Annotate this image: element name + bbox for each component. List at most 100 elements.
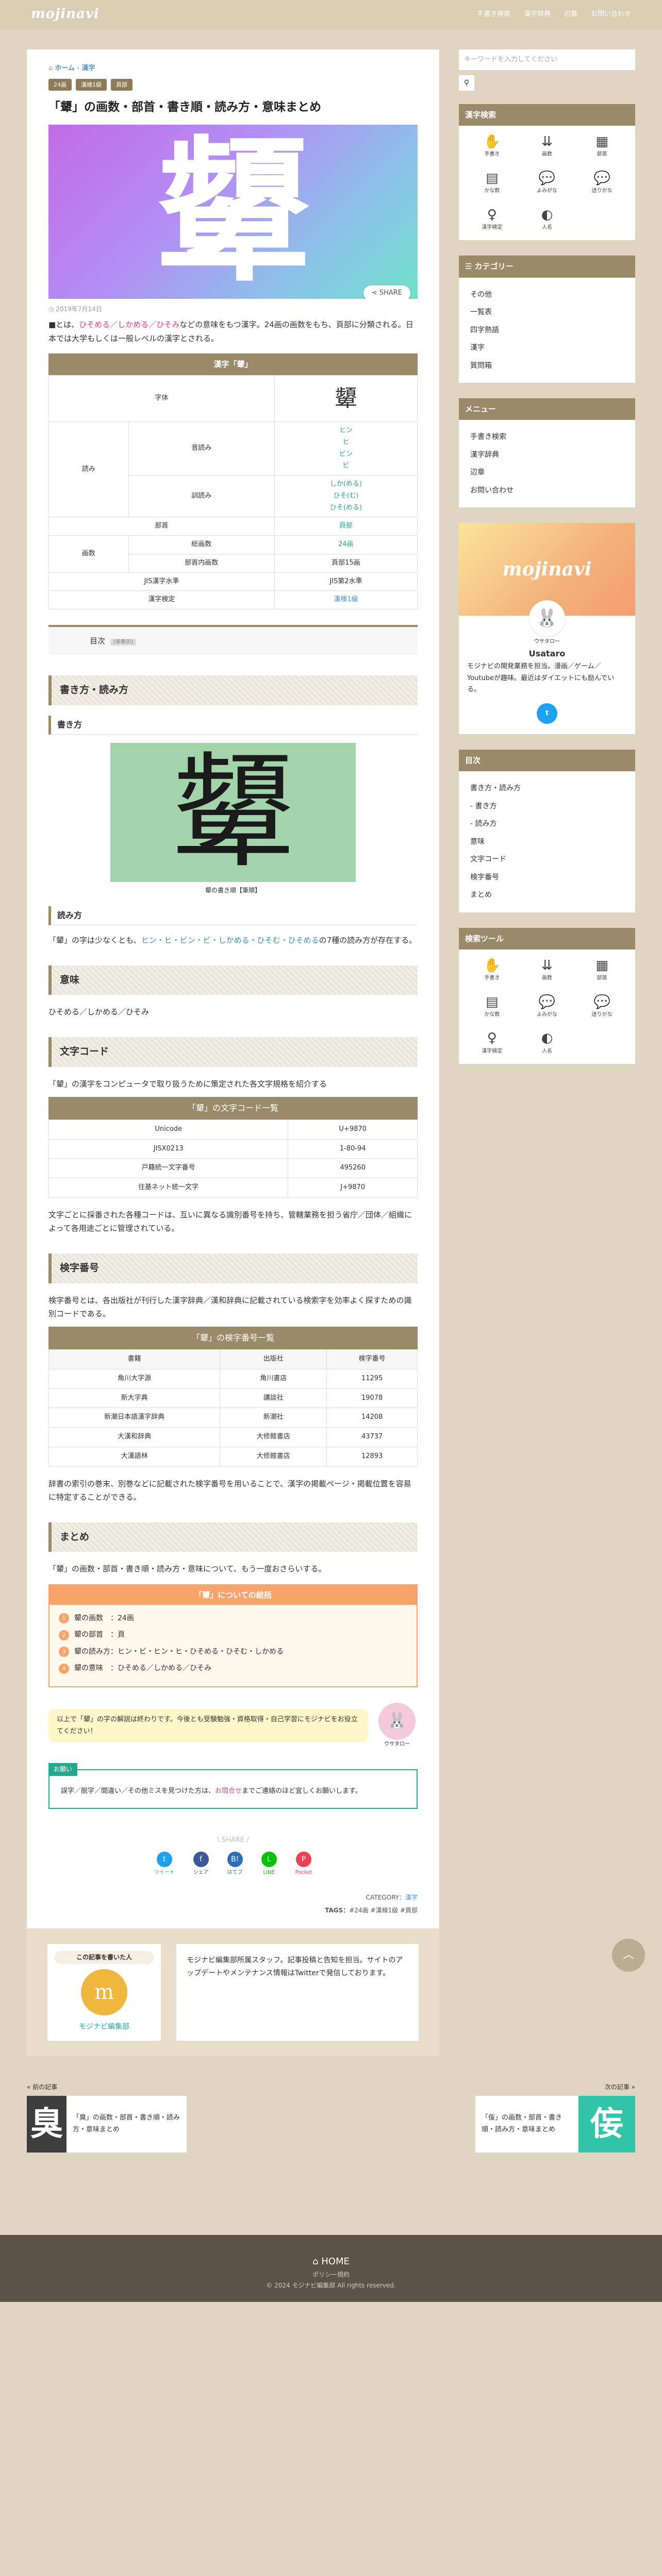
name-tool[interactable]: ◐ 人名 xyxy=(522,207,572,232)
kentei-tool[interactable]: ♀ 漢字検定 xyxy=(467,1030,517,1056)
category-item[interactable]: 質問箱 xyxy=(467,357,627,375)
line-share-button[interactable]: L LINE xyxy=(261,1851,277,1877)
share-button[interactable]: ⋖ SHARE xyxy=(363,285,410,299)
toc-item[interactable]: 書き方・読み方 xyxy=(467,779,627,798)
section-heading: まとめ xyxy=(48,1522,418,1552)
breadcrumb-category[interactable]: 漢字 xyxy=(82,64,95,72)
strokes-tool[interactable]: ⇊ 画数 xyxy=(522,958,572,983)
yomigana-tool[interactable]: 💬 よみがな xyxy=(522,171,572,196)
toc-item[interactable]: 検字番号 xyxy=(467,869,627,887)
menu-item[interactable]: 手書き検索 xyxy=(467,428,627,446)
category-item[interactable]: 一覧表 xyxy=(467,303,627,321)
subsection-heading: 書き方 xyxy=(48,715,418,735)
table-row: 大漢語林 大修館書店 12893 xyxy=(48,1446,418,1467)
toc-item[interactable]: - 書き方 xyxy=(467,798,627,816)
toc-item[interactable]: まとめ xyxy=(467,886,627,904)
search-tools-widget: ✋ 手書き ⇊ 画数 ▦ 部首 ▤ かな数 💬 よみがな 💬 送りがな ♀ 漢字検定 ◐ 人名 xyxy=(459,950,635,1064)
toc-widget: 書き方・読み方 - 書き方 - 読み方 意味 文字コード 検字番号 まとめ xyxy=(459,771,635,912)
kun-readings[interactable]: しか(める) ひそ(む) ひそ(める) xyxy=(274,474,418,518)
table-row: 大漢和辞典 大修館書店 43737 xyxy=(48,1427,418,1447)
radical-tool[interactable]: ▦ 部首 xyxy=(577,958,627,983)
line-icon: L xyxy=(261,1851,277,1867)
category-link[interactable]: 漢字 xyxy=(405,1894,418,1901)
nav-contact[interactable]: お問い合わせ xyxy=(591,9,631,21)
menu-item[interactable]: 辺章 xyxy=(467,464,627,482)
nav-chapter[interactable]: 辺章 xyxy=(564,9,577,21)
kentei-tool[interactable]: ♀ 漢字検定 xyxy=(467,207,517,232)
readings-links[interactable]: ヒン・ヒ・ビン・ビ・しかめる・ひそむ・ひそめる xyxy=(141,936,319,945)
category-item[interactable]: 漢字 xyxy=(467,339,627,357)
breadcrumb-home[interactable]: ホーム xyxy=(55,64,75,72)
strokes-link[interactable]: 24画 xyxy=(274,535,418,554)
twitter-share-button[interactable]: t ツイート xyxy=(154,1851,175,1877)
contact-link[interactable]: お問合せ xyxy=(215,1787,242,1795)
nav-handwriting[interactable]: 手書き検索 xyxy=(477,9,510,21)
table-row: 新潮日本語漢字辞典 新潮社 14208 xyxy=(48,1408,418,1428)
yomigana-tool[interactable]: 💬 よみがな xyxy=(522,994,572,1020)
handwriting-tool[interactable]: ✋ 手書き xyxy=(467,958,517,983)
menu-item[interactable]: お問い合わせ xyxy=(467,482,627,500)
category-meta: CATEGORY：漢字 xyxy=(366,1894,418,1902)
section-heading: 書き方・読み方 xyxy=(48,675,418,705)
prev-article[interactable]: « 前の記事 臭「臭」の画数・部首・書き順・読み方・意味まとめ xyxy=(27,2082,187,2153)
radical-link[interactable]: 頁部 xyxy=(274,517,418,536)
image-caption: 顰の書き順【筆順】 xyxy=(205,886,261,894)
tags-meta: TAGS：#24画 #漢検1級 #頁部 xyxy=(325,1907,418,1914)
list-item: 3 顰の読み方：ヒン・ビ・ヒン・ヒ・ひそめる・ひそむ・しかめる xyxy=(59,1646,407,1658)
on-readings[interactable]: ヒンヒビンビ xyxy=(274,421,418,476)
category-item[interactable]: その他 xyxy=(467,286,627,304)
summary-intro: 「顰」の画数・部首・書き順・読み方・意味について、もう一度おさらいする。 xyxy=(48,1564,326,1574)
menu-item[interactable]: 漢字辞典 xyxy=(467,446,627,464)
toc-item[interactable]: 文字コード xyxy=(467,851,627,869)
copyright: © 2024 モジナビ編集部 All rights reserved. xyxy=(266,2282,396,2290)
tag[interactable]: 24画 xyxy=(48,78,72,91)
radical-tool[interactable]: ▦ 部首 xyxy=(577,134,627,159)
search-button[interactable]: ⚲ xyxy=(459,75,474,91)
medal-icon: ♀ xyxy=(487,207,497,223)
toc-toggle[interactable]: [非表示] xyxy=(110,639,136,646)
search-input[interactable]: キーワードを入力してください xyxy=(459,49,635,70)
kanji-glyph: 顰 xyxy=(274,375,418,422)
intro-link[interactable]: ひそめる／しかめる／ひそみ xyxy=(79,320,179,329)
widget-title: メニュー xyxy=(459,398,635,420)
rabbit-icon: 🐰 xyxy=(529,600,565,637)
name-tool[interactable]: ◐ 人名 xyxy=(522,1030,572,1056)
globe-icon: ◐ xyxy=(541,207,553,223)
list-icon: ▤ xyxy=(486,170,499,186)
strokes-tool[interactable]: ⇊ 画数 xyxy=(522,134,572,159)
category-item[interactable]: 四字熟語 xyxy=(467,321,627,340)
clock-icon: ◷ xyxy=(48,306,56,313)
publish-date: ◷ 2019年7月14日 xyxy=(48,306,102,313)
next-article[interactable]: 次の記事 » 「侫」の画数・部首・書き順・読み方・意味まとめ侫 xyxy=(475,2082,635,2153)
author-name[interactable]: モジナビ編集部 xyxy=(55,2021,154,2033)
stroke-order-image: 顰 xyxy=(110,742,356,882)
kanji-search-widget: ✋ 手書き ⇊ 画数 ▦ 部首 ▤ かな数 💬 よみがな 💬 送りがな ♀ 漢字検定 ◐ 人名 xyxy=(459,126,635,241)
list-icon: ▤ xyxy=(486,994,499,1010)
toc-item[interactable]: - 読み方 xyxy=(467,815,627,833)
tag-links[interactable]: #24画 #漢検1級 #頁部 xyxy=(349,1907,418,1914)
tag[interactable]: 頁部 xyxy=(111,78,133,91)
scroll-to-top-button[interactable]: ︿ xyxy=(612,1939,645,1972)
footer-home[interactable]: ⌂ HOME xyxy=(0,2253,662,2270)
facebook-share-button[interactable]: f シェア xyxy=(193,1851,209,1877)
toc-item[interactable]: 意味 xyxy=(467,833,627,851)
tag[interactable]: 漢検1級 xyxy=(76,78,107,91)
pocket-share-button[interactable]: P Pocket xyxy=(295,1851,312,1877)
share-buttons: t ツイート f シェア B! はてブ L LINE P Pocket xyxy=(48,1851,418,1877)
kentei-link[interactable]: 漢検1級 xyxy=(274,590,418,609)
handwriting-tool[interactable]: ✋ 手書き xyxy=(467,134,517,159)
kana-count-tool[interactable]: ▤ かな数 xyxy=(467,994,517,1020)
footer-policy[interactable]: ポリシー規約 xyxy=(0,2269,662,2280)
twitter-icon[interactable]: t xyxy=(537,703,557,724)
kana-count-tool[interactable]: ▤ かな数 xyxy=(467,171,517,196)
okurigana-tool[interactable]: 💬 送りがな xyxy=(577,994,627,1020)
globe-icon: ◐ xyxy=(541,1030,553,1046)
hatena-share-button[interactable]: B! はてブ xyxy=(227,1851,243,1877)
okurigana-tool[interactable]: 💬 送りがな xyxy=(577,171,627,196)
site-logo[interactable]: mojinavi xyxy=(31,3,100,26)
table-row: 角川大字源 角川書店 11295 xyxy=(48,1368,418,1389)
section-heading: 文字コード xyxy=(48,1037,418,1067)
nav-dictionary[interactable]: 漢字辞典 xyxy=(524,9,551,21)
list-item: 1 顰の画数 ：24画 xyxy=(59,1612,407,1625)
search-icon: ⚲ xyxy=(464,78,470,87)
